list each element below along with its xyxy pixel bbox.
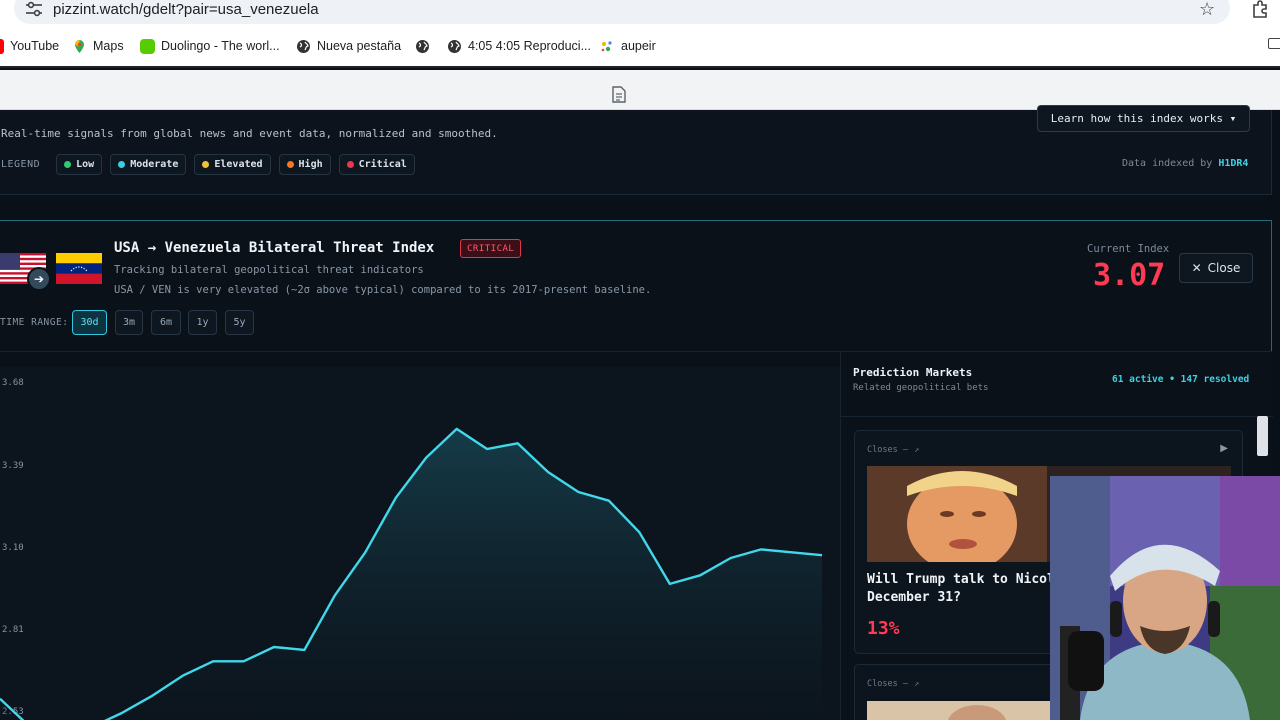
legend-chip-critical: Critical: [338, 154, 415, 175]
browser-url-bar: pizzint.watch/gdelt?pair=usa_venezuela ☆: [0, 0, 1280, 24]
threat-index-chart: 3.68 3.39 3.10 2.81 2.53: [0, 367, 840, 720]
monitor-header: Real-time signals from global news and e…: [0, 105, 1272, 195]
bookmark-nueva-pestana[interactable]: Nueva pestaña: [296, 37, 401, 55]
status-dot-icon: [202, 161, 210, 168]
url-text[interactable]: pizzint.watch/gdelt?pair=usa_venezuela: [53, 1, 319, 18]
globe-icon: [448, 39, 461, 53]
indexed-prefix: Data indexed by: [1122, 158, 1213, 169]
status-dot-icon: [346, 161, 354, 168]
status-dot-icon: [118, 161, 126, 168]
market-question: Will Trump talk to Nicol December 31?: [867, 572, 1055, 605]
status-dot-icon: [64, 161, 72, 168]
bookmark-label: aupeir: [621, 39, 656, 53]
external-link-icon[interactable]: ↗: [914, 445, 919, 455]
divider: [841, 416, 1273, 417]
bookmark-duolingo[interactable]: Duolingo - The worl...: [140, 37, 280, 55]
bookmark-star-icon[interactable]: ☆: [1199, 0, 1215, 20]
markets-counts: 61 active • 147 resolved: [1112, 374, 1250, 385]
market-closes: Closes – ↗: [867, 445, 919, 455]
closes-label: Closes –: [867, 445, 908, 455]
learn-index-button[interactable]: Learn how this index works ▾: [1037, 105, 1250, 132]
webcam-overlay: [1050, 476, 1280, 720]
legend-chip-label: Critical: [358, 159, 407, 170]
youtube-icon: [0, 38, 4, 54]
page-subtitle: Real-time signals from global news and e…: [1, 127, 498, 140]
legend-chip-elevated: Elevated: [194, 154, 271, 175]
legend-chip-moderate: Moderate: [110, 154, 187, 175]
direction-arrow-icon: ➔: [27, 267, 51, 291]
maps-pin-icon: [75, 39, 84, 53]
bookmark-label: Nueva pestaña: [317, 39, 402, 53]
close-icon: ✕: [1191, 261, 1202, 275]
close-label: Close: [1207, 261, 1241, 275]
chart-svg: [0, 427, 823, 720]
bookmark-aupeir[interactable]: aupeir: [600, 37, 656, 55]
data-indexed-credit: Data indexed by H1DR4: [1122, 158, 1248, 169]
status-dot-icon: [286, 161, 294, 168]
market-closes: Closes – ↗: [867, 679, 919, 689]
time-range-30d[interactable]: 30d: [72, 310, 107, 335]
current-index-label: Current Index: [1087, 243, 1170, 255]
time-range-6m[interactable]: 6m: [151, 310, 181, 335]
sparkle-icon: [601, 40, 612, 51]
bookmarks-bar: YouTube Maps Duolingo - The worl... Nuev…: [0, 24, 1280, 68]
legend-chip-low: Low: [56, 154, 103, 175]
legend-chip-label: Low: [76, 159, 95, 170]
legend-chip-label: Elevated: [214, 159, 263, 170]
bookmark-maps[interactable]: Maps: [72, 37, 124, 55]
document-toolbar: [0, 70, 1280, 110]
time-range-5y[interactable]: 5y: [225, 310, 254, 335]
bookmark-label: Maps: [93, 39, 124, 53]
market-probability: 13%: [867, 618, 900, 639]
index-title: USA → Venezuela Bilateral Threat Index: [114, 240, 435, 256]
legend: LEGEND Low Moderate Elevated High Critic…: [1, 154, 415, 175]
legend-chip-label: Moderate: [130, 159, 179, 170]
close-button[interactable]: ✕ Close: [1179, 253, 1253, 283]
legend-chip-label: High: [298, 159, 323, 170]
markets-title: Prediction Markets: [853, 366, 973, 379]
folder-icon[interactable]: [1268, 38, 1280, 49]
market-image: [867, 701, 1067, 720]
current-index-value: 3.07: [1093, 258, 1166, 293]
legend-label: LEGEND: [1, 159, 41, 170]
play-icon[interactable]: ▶: [1220, 443, 1228, 454]
markets-subtitle: Related geopolitical bets: [853, 383, 989, 393]
index-description: USA / VEN is very elevated (~2σ above ty…: [114, 284, 652, 296]
chart-area-fill: [0, 428, 822, 720]
bookmark-label: YouTube: [10, 39, 60, 53]
legend-chip-high: High: [278, 154, 331, 175]
time-range-3m[interactable]: 3m: [115, 310, 143, 335]
globe-icon: [297, 39, 310, 53]
status-badge: CRITICAL: [460, 239, 522, 258]
bookmark-reproduccion[interactable]: 4:05 4:05 Reproduci...: [447, 37, 591, 55]
time-range-1y[interactable]: 1y: [188, 310, 217, 335]
index-tracking-text: Tracking bilateral geopolitical threat i…: [114, 264, 424, 276]
bookmark-label: Duolingo - The worl...: [161, 39, 280, 53]
bookmark-label: 4:05 4:05 Reproduci...: [468, 39, 591, 53]
indexed-brand-link[interactable]: H1DR4: [1218, 158, 1248, 169]
extensions-icon[interactable]: [1250, 0, 1270, 19]
bookmark-globe[interactable]: [415, 37, 436, 55]
site-settings-icon[interactable]: [25, 1, 43, 17]
venezuela-flag-icon: [56, 253, 102, 284]
scrollbar-thumb[interactable]: [1257, 416, 1268, 456]
duolingo-icon: [140, 38, 155, 54]
closes-label: Closes –: [867, 679, 908, 689]
time-range-label: TIME RANGE:: [0, 317, 69, 328]
globe-icon: [416, 39, 429, 53]
bookmark-youtube[interactable]: YouTube: [0, 37, 59, 55]
external-link-icon[interactable]: ↗: [914, 679, 919, 689]
document-icon[interactable]: [612, 86, 626, 103]
